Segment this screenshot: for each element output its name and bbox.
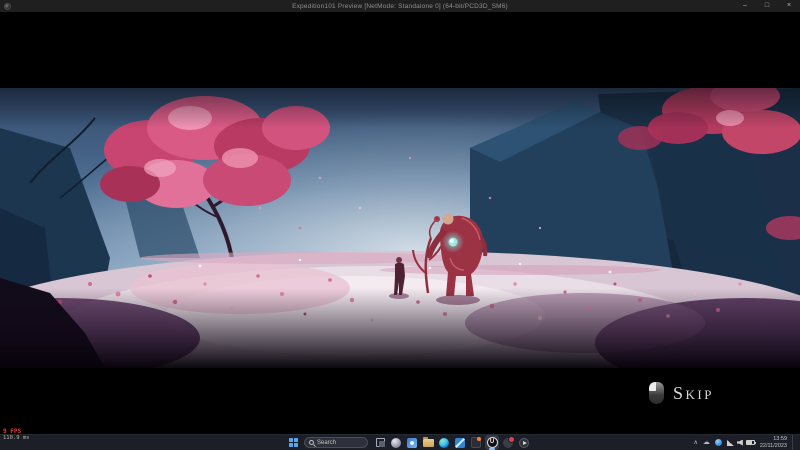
discord-notification-icon: [503, 438, 513, 448]
glowing-orb: [442, 231, 464, 253]
vscode-icon: [455, 438, 465, 448]
search-placeholder: Search: [317, 440, 336, 446]
taskbar-app-photos[interactable]: [405, 435, 419, 450]
task-view-button[interactable]: [373, 435, 387, 450]
onedrive-icon[interactable]: ☁: [703, 439, 710, 447]
volume-icon: [737, 440, 743, 446]
taskbar-app-file-explorer[interactable]: [421, 435, 435, 450]
network-icon: [727, 440, 734, 446]
mouse-left-click-icon: [649, 382, 664, 404]
edge-browser-icon: [439, 438, 449, 448]
game-viewport: [0, 88, 800, 368]
taskbar-app-vscode[interactable]: [453, 435, 467, 450]
task-view-icon: [376, 438, 385, 447]
skip-prompt[interactable]: Skip: [649, 382, 714, 404]
taskbar-app-discord[interactable]: [501, 435, 515, 450]
close-button[interactable]: ×: [778, 0, 800, 12]
game-screen: Skip: [0, 12, 800, 434]
taskbar-app-media-player[interactable]: [517, 435, 531, 450]
epic-games-icon: [471, 437, 481, 448]
clock[interactable]: 13:59 22/11/2023: [760, 436, 787, 449]
battery-icon: [746, 440, 755, 445]
window-titlebar: Expedition101 Preview [NetMode: Standalo…: [0, 0, 800, 12]
show-desktop-button[interactable]: [792, 435, 795, 450]
fps-value: 9 FPS: [3, 428, 30, 435]
maximize-button[interactable]: □: [756, 0, 778, 12]
taskbar-app-copilot[interactable]: [389, 435, 403, 450]
tray-date: 22/11/2023: [760, 443, 787, 450]
taskbar-app-edge[interactable]: [437, 435, 451, 450]
file-explorer-icon: [423, 439, 434, 447]
taskbar: Search U ∧ ☁ 13:59: [0, 434, 800, 450]
unreal-engine-icon: U: [487, 437, 498, 448]
tray-overflow-chevron-icon[interactable]: ∧: [693, 439, 697, 446]
minimize-button[interactable]: –: [734, 0, 756, 12]
fps-overlay: 9 FPS 110.9 ms: [3, 428, 30, 442]
media-player-icon: [519, 438, 529, 448]
search-input[interactable]: Search: [304, 437, 368, 448]
search-icon: [309, 440, 314, 445]
frame-time-value: 110.9 ms: [3, 435, 30, 442]
window-title: Expedition101 Preview [NetMode: Standalo…: [0, 3, 800, 10]
start-button[interactable]: [288, 437, 299, 448]
taskbar-app-epic-games[interactable]: [469, 435, 483, 450]
taskbar-app-unreal-engine[interactable]: U: [485, 435, 499, 450]
photos-icon: [407, 438, 417, 448]
desktop: Expedition101 Preview [NetMode: Standalo…: [0, 0, 800, 450]
copilot-icon: [391, 438, 401, 448]
quick-settings[interactable]: [727, 440, 755, 446]
skip-label: Skip: [673, 383, 714, 404]
tray-app-icon[interactable]: [715, 439, 722, 446]
